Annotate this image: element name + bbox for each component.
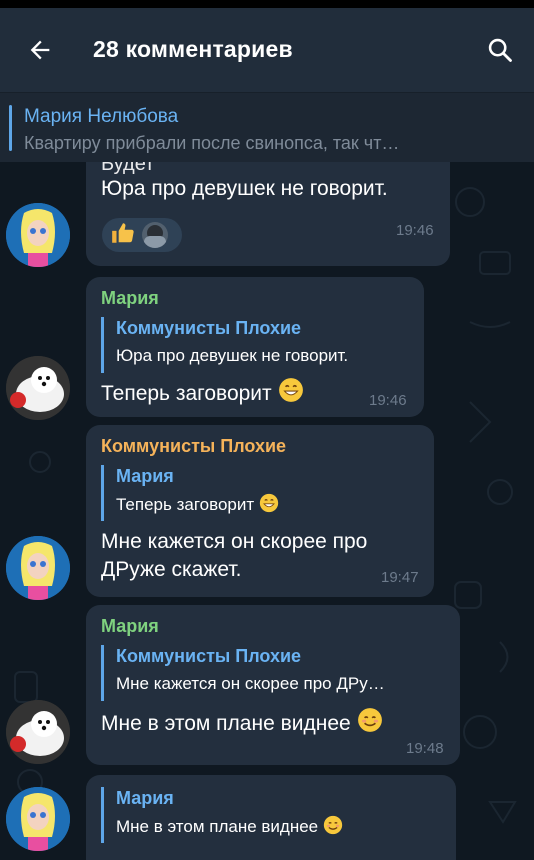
reply-quote[interactable]: Мария Мне в этом плане виднее — [101, 787, 343, 843]
avatar[interactable] — [6, 536, 70, 600]
message-bubble-3[interactable]: Коммунисты Плохие Мария Теперь заговорит… — [86, 425, 434, 597]
grinning-face-icon — [259, 493, 279, 519]
reply-text: Юра про девушек не говорит. — [116, 346, 349, 365]
reply-text: Теперь заговорит — [116, 493, 279, 519]
message-time: 19:46 — [369, 392, 407, 409]
reply-sender: Коммунисты Плохие — [116, 318, 302, 338]
message-time: 19:47 — [381, 569, 419, 586]
message-bubble-5[interactable]: Мария Мне в этом плане виднее — [86, 775, 456, 860]
sender-name: Коммунисты Плохие — [101, 436, 287, 456]
smiling-face-icon — [323, 815, 343, 841]
sender-name: Мария — [101, 616, 159, 636]
pinned-message[interactable]: Мария Нелюбова Квартиру прибрали после с… — [0, 92, 534, 162]
status-bar — [0, 0, 534, 8]
avatar[interactable] — [6, 700, 70, 764]
message-bubble-2[interactable]: Мария Коммунисты Плохие Юра про девушек … — [86, 277, 424, 417]
reaction-chip[interactable] — [102, 218, 182, 252]
app-bar: 28 комментариев — [0, 8, 534, 92]
back-button[interactable] — [20, 30, 60, 70]
message-text: Юра про девушек не говорит. — [101, 177, 388, 200]
thumbs-up-icon — [110, 220, 136, 251]
search-icon — [488, 38, 512, 62]
message-time: 19:46 — [396, 222, 434, 239]
arrow-left-icon — [30, 40, 50, 60]
reply-sender: Мария — [116, 466, 174, 486]
reply-quote[interactable]: Мария Теперь заговорит — [101, 465, 279, 521]
message-bubble-4[interactable]: Мария Коммунисты Плохие Мне кажется он с… — [86, 605, 460, 765]
reactor-avatar — [142, 222, 168, 248]
message-text-content: Мне в этом плане виднее — [101, 712, 351, 735]
reply-quote[interactable]: Коммунисты Плохие Мне кажется он скорее … — [101, 645, 385, 701]
page-title: 28 комментариев — [93, 36, 293, 62]
search-button[interactable] — [480, 30, 520, 70]
reply-text-content: Теперь заговорит — [116, 495, 255, 514]
reply-text-content: Мне в этом плане виднее — [116, 817, 319, 836]
message-text: Мне в этом плане виднее — [101, 707, 383, 741]
sender-name: Мария — [101, 288, 159, 308]
grinning-face-icon — [278, 377, 304, 411]
message-text-line-2: ДРуже скажет. — [101, 558, 242, 581]
reply-quote[interactable]: Коммунисты Плохие Юра про девушек не гов… — [101, 317, 348, 373]
message-text-content: Теперь заговорит — [101, 382, 272, 405]
message-text-line-1: Мне кажется он скорее про — [101, 530, 368, 553]
pinned-sender: Мария Нелюбова — [24, 106, 179, 127]
reply-sender: Мария — [116, 788, 174, 808]
avatar[interactable] — [6, 203, 70, 267]
message-text: Теперь заговорит — [101, 377, 304, 411]
message-bubble-1[interactable]: Будет Юра про девушек не говорит. 19:46 — [86, 162, 450, 266]
pinned-text: Квартиру прибрали после свинопса, так чт… — [24, 133, 400, 153]
message-time: 19:48 — [406, 740, 444, 757]
avatar[interactable] — [6, 356, 70, 420]
reply-text: Мне кажется он скорее про ДРу… — [116, 674, 385, 693]
smiling-face-icon — [357, 707, 383, 741]
reply-sender: Коммунисты Плохие — [116, 646, 302, 666]
reply-text: Мне в этом плане виднее — [116, 815, 343, 841]
pinned-accent-bar — [9, 105, 12, 151]
avatar[interactable] — [6, 787, 70, 851]
chat-area[interactable]: Будет Юра про девушек не говорит. 19:46 — [0, 162, 534, 860]
